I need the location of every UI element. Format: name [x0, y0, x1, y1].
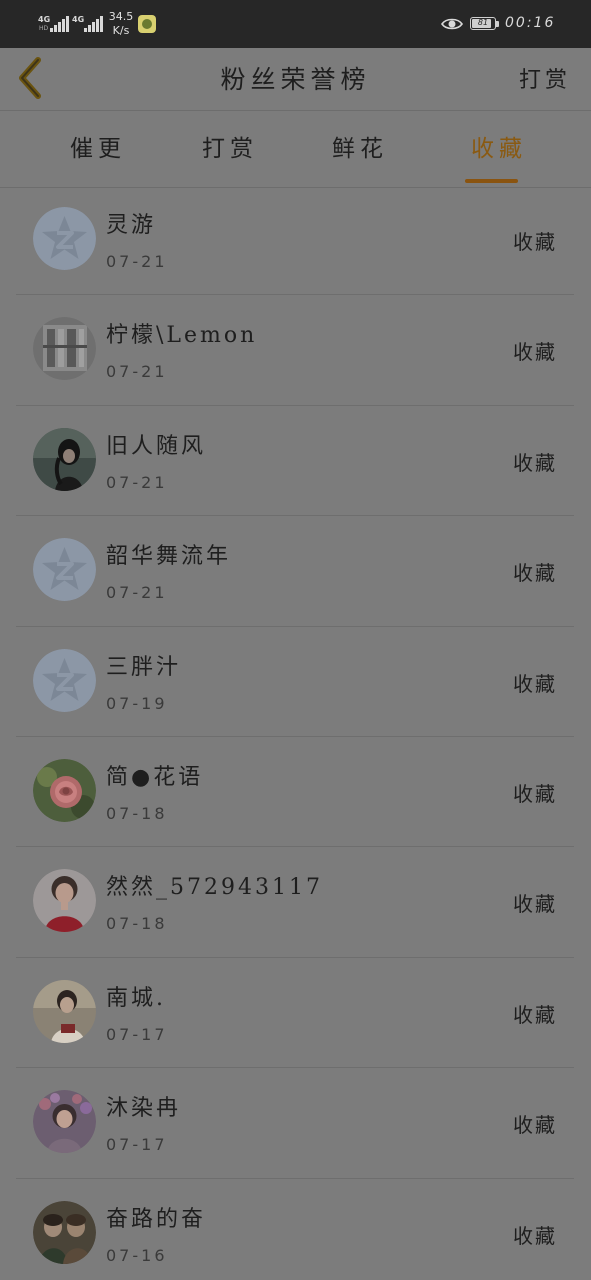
fan-action: 收藏 [513, 340, 557, 365]
fan-action: 收藏 [513, 230, 557, 254]
fan-date: 07-18 [106, 803, 168, 823]
fan-action: 收藏 [513, 1002, 557, 1027]
fan-action: 收藏 [513, 561, 557, 586]
list-item[interactable]: 旧人随风 07-21 收藏 [16, 406, 574, 517]
fan-action: 收藏 [513, 1113, 557, 1138]
photo-avatar [33, 427, 96, 491]
battery-tip [496, 21, 499, 27]
network-speed: 34.5 K/s [104, 10, 138, 38]
fan-action: 收藏 [513, 892, 557, 917]
page-title: 粉丝荣誉榜 [220, 65, 371, 94]
fan-name: 灵游 [106, 213, 157, 238]
fan-name: 柠檬\Lemon [106, 323, 258, 349]
list-item[interactable]: 南城. 07-17 收藏 [16, 958, 574, 1069]
fan-list: 灵游 07-21 收藏 柠檬\Lemon 07-21 收藏 旧人随风 07-21… [0, 185, 591, 1280]
sim1-hd-label: HD [39, 25, 49, 32]
fan-name: 简●花语 [106, 764, 204, 790]
fan-date: 07-21 [106, 472, 168, 492]
fan-name: 三胖汁 [106, 654, 182, 680]
default-avatar-icon [33, 538, 96, 602]
fan-name: 沐染冉 [106, 1096, 182, 1122]
list-item[interactable]: 然然_572943117 07-18 收藏 [16, 847, 574, 958]
signal-icon: 4G HD [38, 14, 69, 34]
photo-avatar [33, 758, 96, 822]
nav-bar: 粉丝荣誉榜 打赏 [0, 48, 591, 111]
list-item[interactable]: 奋路的奋 07-16 收藏 [16, 1179, 574, 1280]
photo-avatar [33, 869, 96, 933]
fan-action: 收藏 [513, 1223, 557, 1248]
fan-name: 奋路的奋 [106, 1206, 207, 1232]
tab-flowers[interactable]: 鲜花 [300, 111, 420, 187]
fan-name: 韶华舞流年 [106, 544, 232, 570]
screen: 4G HD 4G 34.5 K/s 81 00:16 粉丝荣誉榜 打赏 催更 打… [0, 0, 591, 1280]
app-notification-icon [138, 15, 156, 33]
fan-date: 07-21 [106, 362, 168, 382]
default-avatar-icon [33, 207, 96, 270]
default-avatar-icon [33, 648, 96, 712]
list-item[interactable]: 柠檬\Lemon 07-21 收藏 [16, 295, 574, 406]
fan-action: 收藏 [513, 450, 557, 475]
list-item[interactable]: 简●花语 07-18 收藏 [16, 737, 574, 848]
list-item[interactable]: 韶华舞流年 07-21 收藏 [16, 516, 574, 627]
fan-date: 07-19 [106, 693, 168, 713]
fan-date: 07-17 [106, 1135, 168, 1155]
photo-avatar [33, 1090, 96, 1154]
fan-date: 07-17 [106, 1024, 168, 1044]
list-item[interactable]: 沐染冉 07-17 收藏 [16, 1068, 574, 1179]
tab-favorites-label: 收藏 [471, 136, 527, 162]
fan-date: 07-16 [106, 1245, 168, 1265]
photo-avatar [33, 1200, 96, 1264]
network-speed-unit: K/s [112, 24, 130, 37]
battery-icon: 81 [470, 17, 496, 30]
fan-name: 旧人随风 [106, 433, 207, 459]
photo-avatar [33, 979, 96, 1043]
status-bar: 4G HD 4G 34.5 K/s 81 00:16 [0, 0, 591, 48]
fan-date: 07-21 [106, 583, 168, 603]
active-tab-indicator [465, 179, 518, 183]
tab-favorites[interactable]: 收藏 [439, 111, 559, 187]
tab-bar: 催更 打赏 鲜花 收藏 [0, 111, 591, 188]
status-time: 00:16 [505, 15, 556, 31]
battery-level: 81 [477, 18, 489, 27]
fan-action: 收藏 [513, 671, 557, 696]
network-speed-value: 34.5 [108, 10, 134, 23]
photo-avatar [33, 317, 96, 381]
fan-name: 然然_572943117 [106, 875, 323, 901]
tab-urge[interactable]: 催更 [38, 111, 158, 187]
fan-date: 07-21 [106, 252, 168, 271]
fan-action: 收藏 [513, 781, 557, 806]
list-item[interactable]: 三胖汁 07-19 收藏 [16, 627, 574, 737]
fan-date: 07-18 [106, 914, 168, 934]
list-item[interactable]: 灵游 07-21 收藏 [16, 185, 574, 296]
eye-comfort-icon [441, 18, 463, 30]
reward-button[interactable]: 打赏 [519, 62, 571, 94]
tab-reward[interactable]: 打赏 [170, 111, 290, 187]
signal-icon: 4G [72, 14, 103, 34]
fan-name: 南城. [106, 985, 166, 1011]
